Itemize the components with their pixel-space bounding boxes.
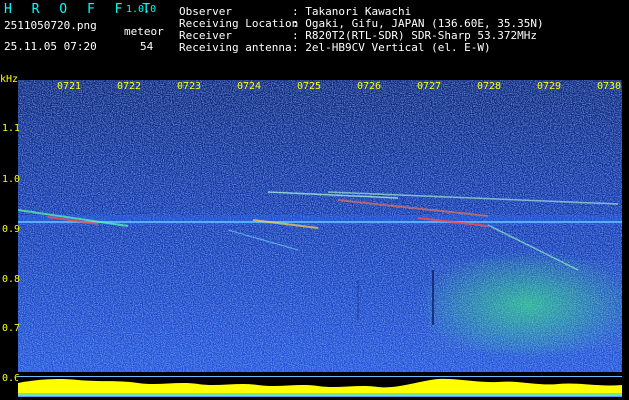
time-label: 0729 <box>537 81 562 92</box>
time-label: 0725 <box>297 81 322 92</box>
time-label: 0727 <box>417 81 442 92</box>
time-label: 0723 <box>177 81 202 92</box>
time-label: 0730 <box>597 81 622 92</box>
y-axis-label: 1.1 <box>2 123 21 134</box>
spectrogram <box>18 80 622 372</box>
file-datetime: 25.11.05 07:20 <box>4 40 97 53</box>
y-axis-label: 0.7 <box>2 323 21 334</box>
y-axis-unit: kHz <box>0 74 19 85</box>
info-key-antenna: Receiving antenna <box>179 41 292 54</box>
amplitude-strip <box>18 377 622 397</box>
y-axis-label: 1.0 <box>2 174 21 185</box>
meteor-count: 54 <box>140 40 154 53</box>
app-version: 1.0.0 <box>126 4 157 15</box>
time-label: 0726 <box>357 81 382 92</box>
info-value-antenna: : 2el-HB9CV Vertical (el. E-W) <box>292 41 491 54</box>
time-label: 0722 <box>117 81 142 92</box>
meteor-label: meteor <box>124 25 164 38</box>
y-axis-label: 0.8 <box>2 274 21 285</box>
bottom-line <box>18 396 622 397</box>
time-label: 0724 <box>237 81 262 92</box>
time-label: 0728 <box>477 81 502 92</box>
time-label: 0721 <box>57 81 82 92</box>
file-name: 2511050720.png <box>4 19 97 32</box>
y-axis-label: 0.9 <box>2 224 21 235</box>
